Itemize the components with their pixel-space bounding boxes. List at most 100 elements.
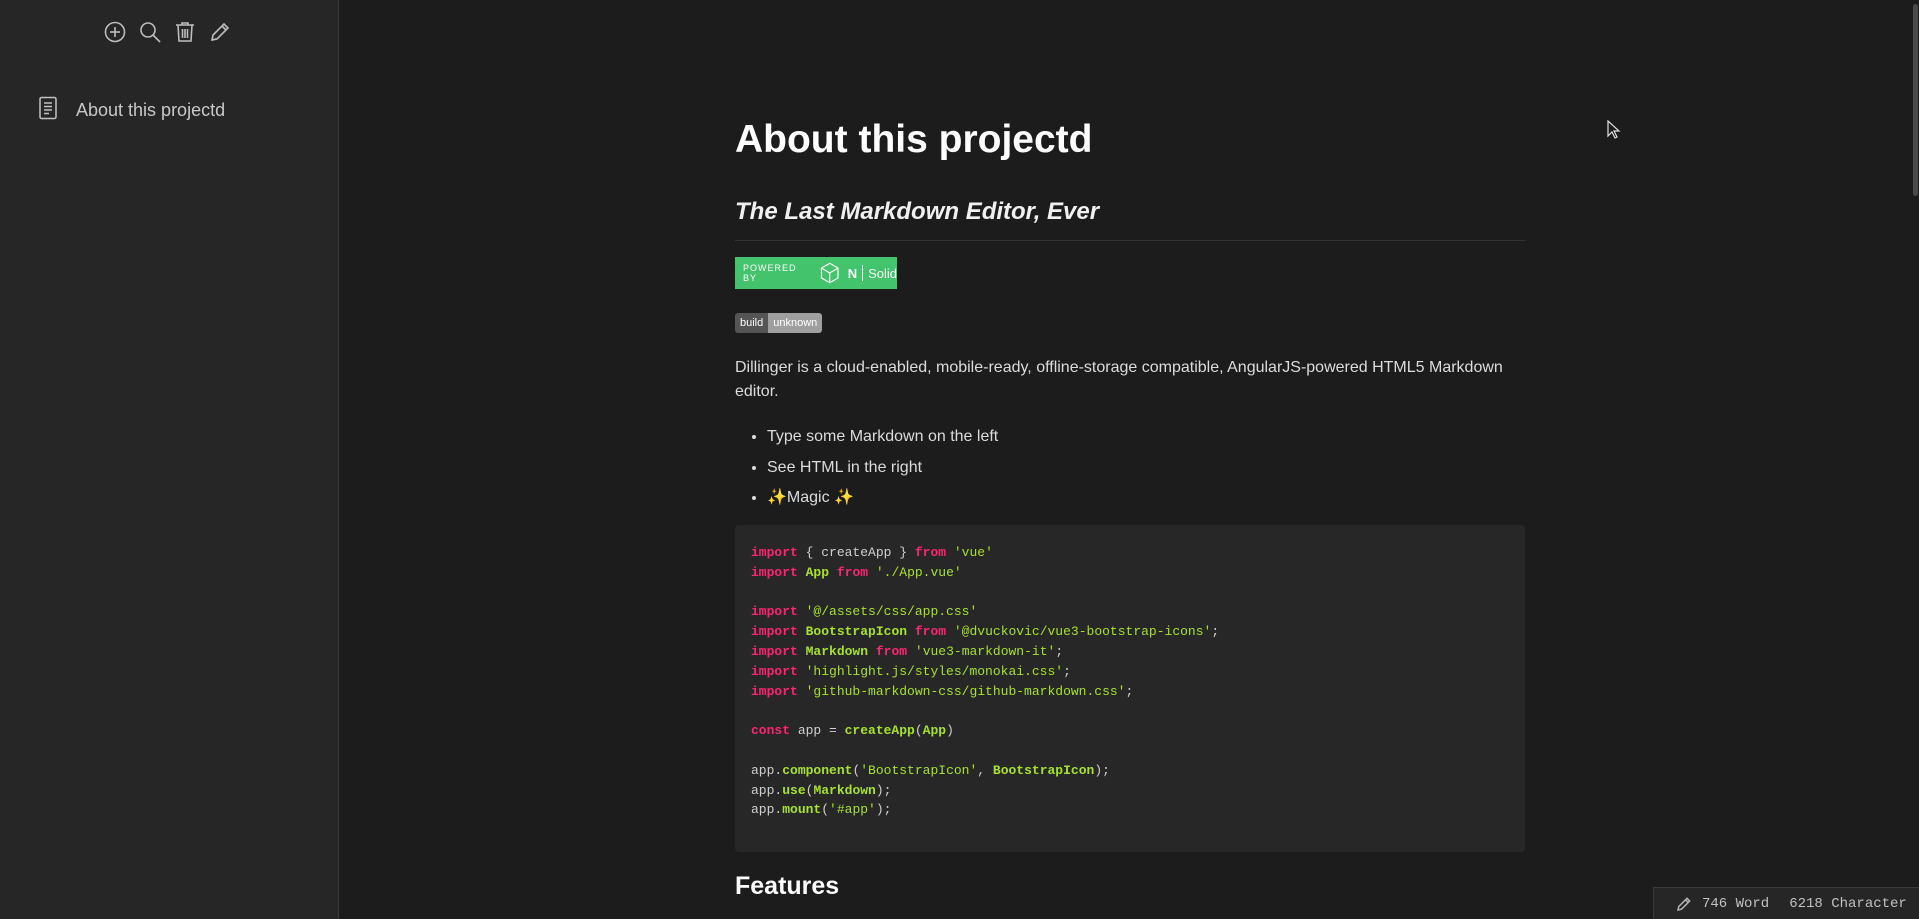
code-token: ) bbox=[946, 723, 954, 739]
code-token: , bbox=[977, 762, 993, 778]
code-token: from bbox=[836, 564, 869, 580]
code-line: import Markdown from 'vue3-markdown-it'; bbox=[751, 642, 1509, 662]
search-button[interactable] bbox=[138, 18, 162, 46]
sidebar-toolbar bbox=[103, 18, 232, 46]
code-token: Markdown bbox=[805, 643, 869, 659]
code-line: app.use(Markdown); bbox=[751, 781, 1509, 801]
badge-brand-solid: Solid bbox=[868, 265, 897, 281]
document-icon bbox=[38, 96, 58, 125]
edit-button[interactable] bbox=[208, 18, 232, 46]
sidebar-document-item[interactable]: About this projectd bbox=[38, 96, 225, 125]
code-token: import bbox=[751, 643, 798, 659]
add-icon bbox=[104, 21, 126, 43]
delete-button[interactable] bbox=[173, 18, 197, 46]
status-bar: 746 Word 6218 Character bbox=[1653, 887, 1919, 919]
feature-bullet-list: Type some Markdown on the left See HTML … bbox=[735, 422, 998, 514]
nsolid-logo-icon bbox=[821, 262, 839, 284]
word-count: 746 Word bbox=[1702, 895, 1770, 912]
code-token: ); bbox=[875, 802, 892, 818]
code-token: 'vue' bbox=[953, 545, 993, 560]
page-title: About this projectd bbox=[735, 118, 1093, 161]
build-badge-value: unknown bbox=[768, 313, 823, 333]
code-line: import 'github-markdown-css/github-markd… bbox=[751, 682, 1509, 702]
character-count: 6218 Character bbox=[1789, 895, 1907, 912]
code-token: '@dvuckovic/vue3-bootstrap-icons' bbox=[953, 624, 1212, 640]
code-line: app.component('BootstrapIcon', Bootstrap… bbox=[751, 761, 1509, 781]
code-token: ; bbox=[1125, 683, 1134, 699]
code-line: import 'highlight.js/styles/monokai.css'… bbox=[751, 662, 1509, 682]
badge-brand-n: N bbox=[847, 265, 858, 281]
code-line: import { createApp } from 'vue' bbox=[751, 543, 1509, 563]
code-token: app. bbox=[751, 762, 783, 778]
code-token: createApp bbox=[844, 723, 915, 739]
code-token: ); bbox=[1094, 762, 1110, 778]
pencil-icon bbox=[210, 22, 230, 42]
code-token: const bbox=[751, 723, 791, 739]
code-token: app. bbox=[751, 802, 783, 818]
code-line: import BootstrapIcon from '@dvuckovic/vu… bbox=[751, 622, 1509, 642]
search-icon bbox=[140, 22, 161, 43]
code-token: ; bbox=[1063, 663, 1071, 679]
code-token: use bbox=[782, 782, 806, 798]
build-status-badge[interactable]: build unknown bbox=[735, 313, 823, 333]
mouse-cursor-icon bbox=[1607, 120, 1621, 139]
nsolid-badge[interactable]: POWERED BY N Solid bbox=[735, 257, 897, 289]
scrollbar-thumb[interactable] bbox=[1913, 4, 1918, 196]
code-token: BootstrapIcon bbox=[805, 624, 908, 640]
document-label: About this projectd bbox=[76, 100, 226, 120]
list-item: ✨Magic ✨ bbox=[767, 483, 998, 514]
code-token: mount bbox=[782, 802, 822, 818]
code-token: app. bbox=[751, 782, 783, 798]
code-token: import bbox=[751, 564, 798, 580]
code-token: 'highlight.js/styles/monokai.css' bbox=[805, 663, 1064, 679]
code-token: Markdown bbox=[813, 782, 876, 798]
code-line: import App from './App.vue' bbox=[751, 563, 1509, 583]
code-token: ; bbox=[1211, 624, 1220, 640]
preview-pane: About this projectd The Last Markdown Ed… bbox=[340, 0, 1919, 919]
preview-scrollbar[interactable] bbox=[1912, 0, 1919, 919]
code-line: import '@/assets/css/app.css' bbox=[751, 602, 1509, 622]
badge-powered-text: POWERED BY bbox=[743, 263, 797, 283]
code-token: BootstrapIcon bbox=[992, 762, 1095, 778]
subtitle: The Last Markdown Editor, Ever bbox=[735, 198, 1100, 225]
code-token: import bbox=[751, 663, 798, 679]
code-token: ( bbox=[914, 723, 923, 739]
code-token: import bbox=[751, 624, 798, 640]
code-token: component bbox=[782, 762, 853, 778]
heading-divider bbox=[735, 240, 1525, 241]
code-token: 'vue3-markdown-it' bbox=[914, 643, 1056, 659]
badge-brand: N Solid bbox=[848, 265, 897, 281]
sidebar: About this projectd bbox=[0, 0, 339, 919]
new-document-button[interactable] bbox=[103, 18, 127, 46]
code-token: '@/assets/css/app.css' bbox=[805, 604, 978, 620]
badge-separator bbox=[862, 265, 864, 281]
code-line: const app = createApp(App) bbox=[751, 721, 1509, 741]
code-token: { createApp } bbox=[797, 545, 915, 560]
code-line: app.mount('#app'); bbox=[751, 800, 1509, 820]
build-badge-label: build bbox=[735, 313, 769, 333]
code-token: from bbox=[875, 643, 908, 659]
code-token: ( bbox=[821, 802, 830, 818]
code-token: '#app' bbox=[829, 802, 876, 818]
code-token: App bbox=[922, 723, 947, 739]
code-token: App bbox=[805, 564, 830, 580]
code-token: from bbox=[914, 624, 947, 640]
code-token: './App.vue' bbox=[875, 564, 962, 580]
code-token: import bbox=[751, 683, 798, 699]
description-paragraph: Dillinger is a cloud-enabled, mobile-rea… bbox=[735, 359, 1503, 400]
